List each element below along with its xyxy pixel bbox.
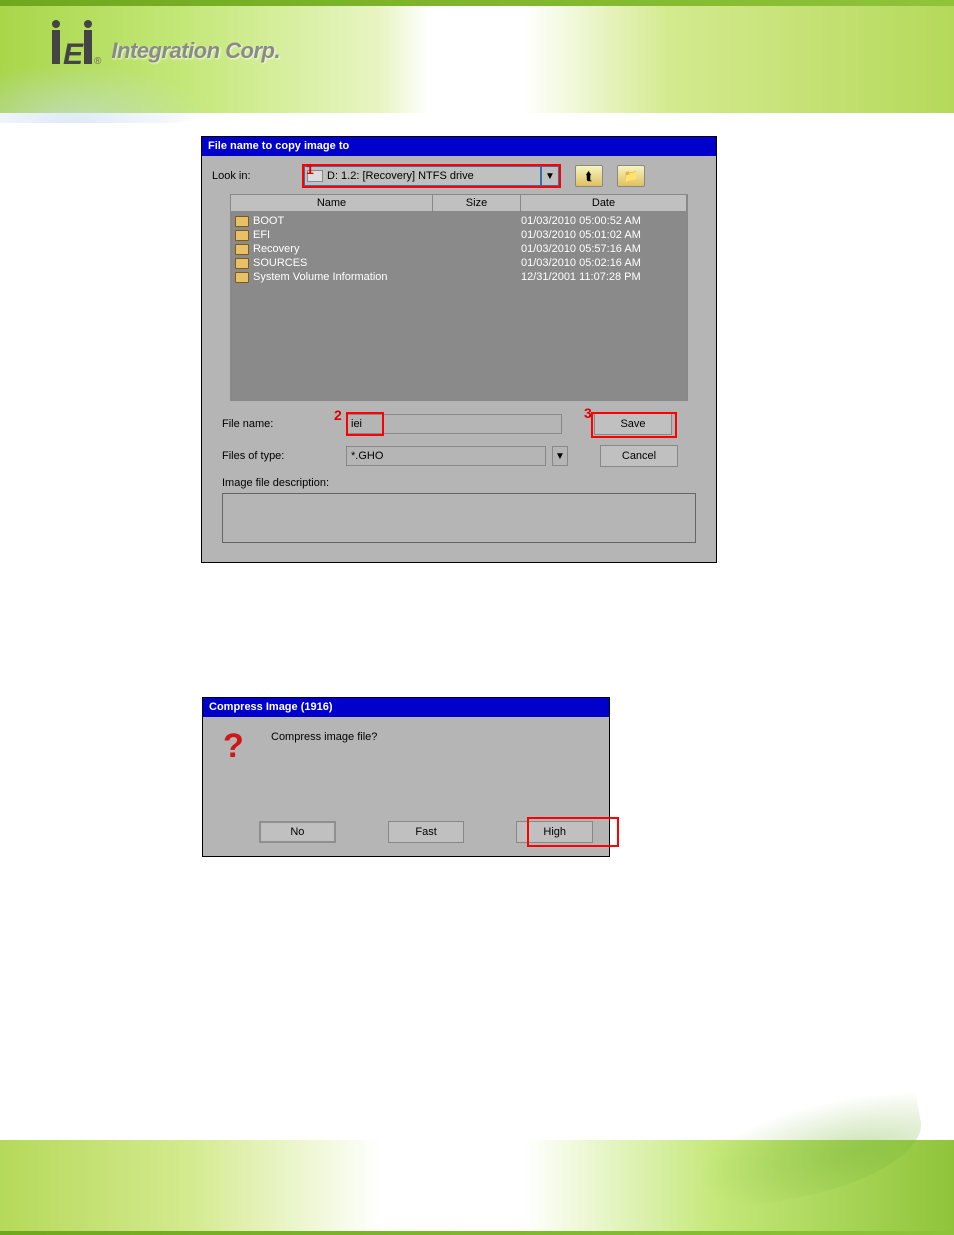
look-in-value: D: 1.2: [Recovery] NTFS drive [327,170,474,182]
column-headers: Name Size Date [231,195,687,212]
list-item[interactable]: SOURCES 01/03/2010 05:02:16 AM [235,256,683,270]
list-item[interactable]: EFI 01/03/2010 05:01:02 AM [235,228,683,242]
new-folder-button[interactable]: 📁 [617,165,645,187]
folder-icon [235,272,249,283]
col-date[interactable]: Date [521,195,687,211]
look-in-combo[interactable]: D: 1.2: [Recovery] NTFS drive [304,166,541,186]
image-description-input[interactable] [222,493,696,543]
annotation-1: 1 [306,161,314,177]
file-save-dialog: File name to copy image to Look in: 1 D:… [201,136,717,563]
files-of-type-dropdown-button[interactable]: ▼ [552,446,568,466]
compress-image-dialog: Compress Image (1916) Compress image fil… [202,697,610,857]
files-of-type-label: Files of type: [222,450,340,462]
folder-icon [235,258,249,269]
file-list[interactable]: Name Size Date BOOT 01/03/2010 05:00:52 … [230,194,688,401]
list-item[interactable]: Recovery 01/03/2010 05:57:16 AM [235,242,683,256]
list-item[interactable]: BOOT 01/03/2010 05:00:52 AM [235,214,683,228]
folder-icon [235,244,249,255]
look-in-label: Look in: [212,170,292,182]
folder-icon [235,230,249,241]
file-name-label: File name: [222,418,340,430]
no-button[interactable]: No [259,821,336,843]
question-icon [219,731,255,771]
dialog-title: File name to copy image to [202,137,716,156]
file-name-input[interactable] [346,414,562,434]
iei-logo-icon: E® [52,30,101,72]
dialog-title: Compress Image (1916) [203,698,609,717]
image-description-label: Image file description: [222,477,696,489]
files-of-type-combo[interactable]: *.GHO [346,446,546,466]
compress-prompt: Compress image file? [271,731,377,743]
folder-star-icon: 📁 [624,169,639,183]
header-banner: E® Integration Corp. [0,0,954,113]
look-in-dropdown-button[interactable]: ▼ [541,166,559,186]
up-folder-button[interactable]: ⮬ [575,165,603,187]
col-size[interactable]: Size [433,195,521,211]
cancel-button[interactable]: Cancel [600,445,678,467]
look-in-highlight: D: 1.2: [Recovery] NTFS drive ▼ [302,164,561,188]
annotation-2: 2 [334,407,342,423]
leaf-decoration [688,1086,930,1215]
fast-button[interactable]: Fast [388,821,465,843]
up-arrow-icon: ⮬ [585,169,592,184]
annotation-3: 3 [584,405,592,421]
col-name[interactable]: Name [231,195,433,211]
save-button[interactable]: Save [594,413,672,435]
high-button[interactable]: High [516,821,593,843]
brand-text: Integration Corp. [111,38,280,64]
logo: E® Integration Corp. [52,30,280,72]
footer-banner [0,1140,954,1235]
list-item[interactable]: System Volume Information 12/31/2001 11:… [235,270,683,284]
folder-icon [235,216,249,227]
